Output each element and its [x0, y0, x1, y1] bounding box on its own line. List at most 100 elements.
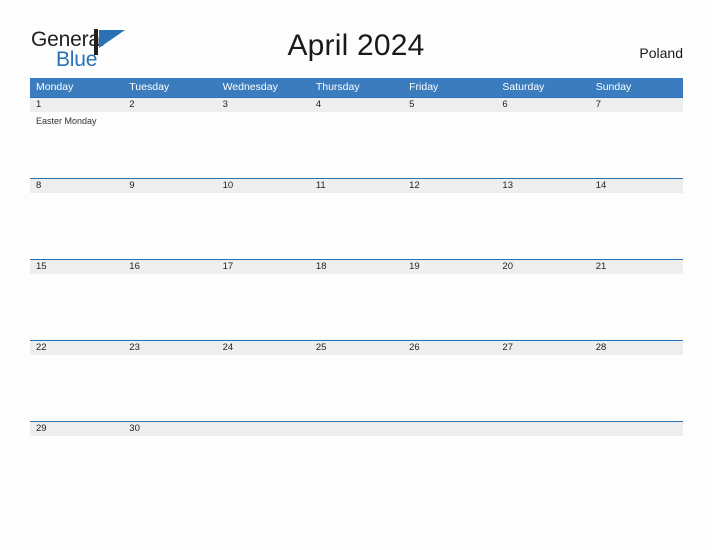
week-date-band: 22 23 24 25 26 27 28: [30, 340, 683, 355]
day-cell[interactable]: [590, 355, 683, 420]
week-date-band: 1234567: [30, 97, 683, 112]
day-number[interactable]: 9: [123, 179, 216, 193]
page-header: General Blue April 2024 Poland: [0, 0, 712, 76]
day-number[interactable]: 27: [496, 341, 589, 355]
day-number[interactable]: 2: [123, 98, 216, 112]
day-number[interactable]: 15: [30, 260, 123, 274]
weekday-header-wednesday: Wednesday: [222, 81, 278, 93]
week-event-band: [30, 193, 683, 258]
day-cell[interactable]: [403, 436, 496, 501]
day-cell[interactable]: [310, 274, 403, 339]
day-cell[interactable]: [217, 436, 310, 501]
calendar-page: General Blue April 2024 Poland Monday Tu…: [0, 0, 712, 550]
day-cell[interactable]: [496, 193, 589, 258]
week-date-band: 8 9 10 11 12 13 14: [30, 178, 683, 193]
day-number[interactable]: 13: [496, 179, 589, 193]
weekday-header-friday: Friday: [409, 81, 439, 93]
day-cell[interactable]: [403, 112, 496, 177]
calendar-grid: Monday Tuesday Wednesday Thursday Friday…: [30, 78, 683, 502]
day-number-empty: [310, 422, 403, 436]
day-cell[interactable]: [496, 355, 589, 420]
country-label: Poland: [639, 45, 683, 61]
day-cell[interactable]: [403, 193, 496, 258]
day-cell[interactable]: [310, 436, 403, 501]
day-number[interactable]: 1: [30, 98, 123, 112]
day-cell[interactable]: [496, 112, 589, 177]
day-cell[interactable]: [590, 274, 683, 339]
day-number[interactable]: 22: [30, 341, 123, 355]
weekday-header-monday: Monday: [36, 81, 74, 93]
calendar-weeks: 1 2 3 4 5 6 7 Easter Monday 8 9 10 11 12 13 14 15 16 17 18…: [30, 97, 683, 502]
day-number[interactable]: 3: [217, 98, 310, 112]
week-event-band: [30, 355, 683, 420]
day-cell[interactable]: [496, 436, 589, 501]
day-number-empty: [590, 422, 683, 436]
week-event-band: [30, 274, 683, 339]
day-cell[interactable]: [30, 274, 123, 339]
weekday-header-saturday: Saturday: [502, 81, 545, 93]
day-number[interactable]: 20: [496, 260, 589, 274]
day-number[interactable]: 12: [403, 179, 496, 193]
day-cell[interactable]: [123, 274, 216, 339]
day-cell[interactable]: [310, 112, 403, 177]
day-number-empty: [496, 422, 589, 436]
week-date-band: 29 30: [30, 421, 683, 436]
weekday-header-tuesday: Tuesday: [129, 81, 170, 93]
day-cell[interactable]: [30, 436, 123, 501]
day-cell[interactable]: [310, 355, 403, 420]
calendar-week-row: 8 9 10 11 12 13 14: [30, 178, 683, 259]
day-number[interactable]: 8: [30, 179, 123, 193]
day-cell[interactable]: [496, 274, 589, 339]
day-number-empty: [403, 422, 496, 436]
day-number[interactable]: 19: [403, 260, 496, 274]
holiday-event-label: Easter Monday: [36, 116, 97, 126]
day-cell[interactable]: [123, 436, 216, 501]
day-cell[interactable]: [403, 355, 496, 420]
week-event-band: Easter Monday: [30, 112, 683, 177]
day-number[interactable]: 28: [590, 341, 683, 355]
weekday-header-sunday: Sunday: [595, 81, 632, 93]
weekday-header-row: Monday Tuesday Wednesday Thursday Friday…: [30, 78, 683, 97]
calendar-week-row: 1 2 3 4 5 6 7 Easter Monday: [30, 97, 683, 178]
day-cell[interactable]: [310, 193, 403, 258]
page-title: April 2024: [287, 29, 425, 62]
day-number[interactable]: 29: [30, 422, 123, 436]
day-cell[interactable]: [217, 112, 310, 177]
week-event-band: [30, 436, 683, 501]
day-cell[interactable]: [217, 355, 310, 420]
day-number[interactable]: 30: [123, 422, 216, 436]
day-number[interactable]: 10: [217, 179, 310, 193]
day-number-empty: [217, 422, 310, 436]
day-cell[interactable]: [590, 193, 683, 258]
day-number[interactable]: 4: [310, 98, 403, 112]
week-date-band: 15 16 17 18 19 20 21: [30, 259, 683, 274]
day-cell[interactable]: [590, 436, 683, 501]
day-cell[interactable]: [403, 274, 496, 339]
day-number[interactable]: 5: [403, 98, 496, 112]
day-cell[interactable]: [30, 355, 123, 420]
day-number[interactable]: 11: [310, 179, 403, 193]
day-cell[interactable]: [123, 193, 216, 258]
day-cell[interactable]: [590, 112, 683, 177]
weekday-header-thursday: Thursday: [315, 81, 360, 93]
day-cell[interactable]: [123, 112, 216, 177]
day-cell[interactable]: [30, 193, 123, 258]
day-number[interactable]: 21: [590, 260, 683, 274]
day-number[interactable]: 26: [403, 341, 496, 355]
day-number[interactable]: 23: [123, 341, 216, 355]
day-number[interactable]: 17: [217, 260, 310, 274]
day-cell[interactable]: [217, 274, 310, 339]
day-number[interactable]: 16: [123, 260, 216, 274]
day-cell[interactable]: [123, 355, 216, 420]
day-number[interactable]: 18: [310, 260, 403, 274]
calendar-week-row: 15 16 17 18 19 20 21: [30, 259, 683, 340]
day-number[interactable]: 24: [217, 341, 310, 355]
day-cell[interactable]: [217, 193, 310, 258]
calendar-week-row: 29 30: [30, 421, 683, 502]
day-number[interactable]: 7: [590, 98, 683, 112]
day-number[interactable]: 6: [496, 98, 589, 112]
day-number[interactable]: 25: [310, 341, 403, 355]
calendar-week-row: 22 23 24 25 26 27 28: [30, 340, 683, 421]
day-cell[interactable]: Easter Monday: [30, 112, 123, 177]
day-number[interactable]: 14: [590, 179, 683, 193]
